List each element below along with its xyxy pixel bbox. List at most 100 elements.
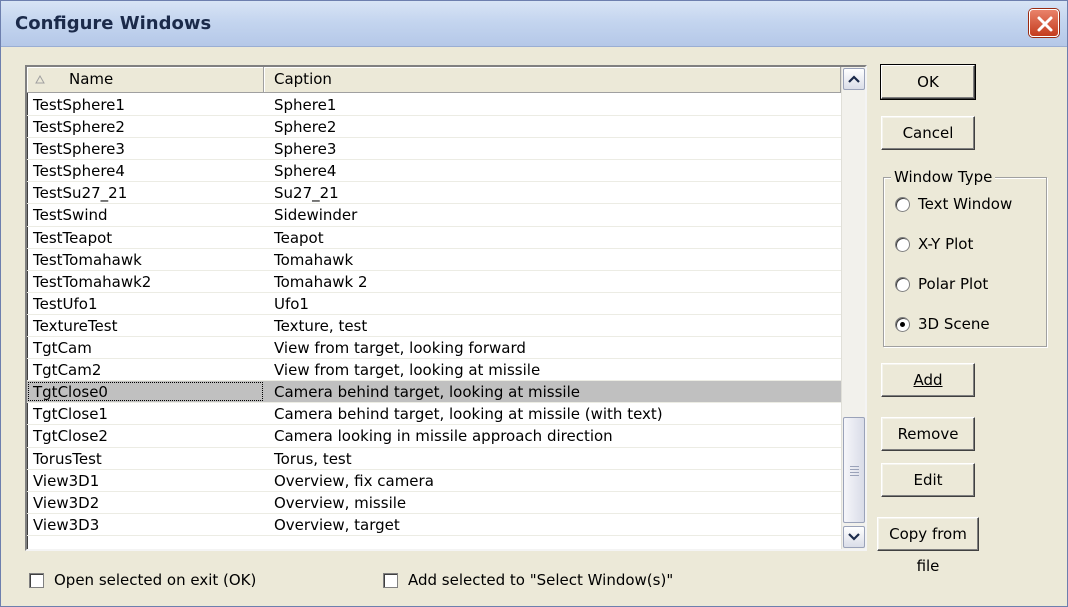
radio-polar-plot[interactable]: Polar Plot — [895, 273, 988, 295]
table-row[interactable]: TgtClose1 Camera behind target, looking a… — [27, 403, 841, 426]
copy-from-file-button[interactable]: Copy from file — [877, 517, 979, 575]
table-row[interactable]: TgtClose2 Camera looking in missile appro… — [27, 425, 841, 448]
row-caption: Overview, fix camera — [274, 471, 434, 490]
row-caption: Tomahawk — [274, 250, 354, 269]
configure-windows-dialog: Configure Windows Name Caption TestSpher… — [0, 0, 1068, 607]
checkbox-label: Add selected to "Select Window(s)" — [408, 571, 674, 589]
column-header-caption[interactable]: Caption — [264, 67, 841, 93]
row-name: View3D1 — [33, 471, 100, 490]
row-name: TestTomahawk2 — [33, 272, 152, 291]
scroll-grip — [850, 466, 859, 478]
radio-circle — [895, 276, 910, 292]
row-name: TestTomahawk — [33, 250, 142, 269]
title-bar[interactable]: Configure Windows — [1, 1, 1067, 47]
checkbox-box — [383, 572, 398, 588]
windows-list[interactable]: Name Caption TestSphere1 Sphere1 TestSphe… — [25, 65, 867, 551]
column-header-name[interactable]: Name — [27, 67, 264, 93]
row-name: TestTeapot — [33, 228, 113, 247]
window-title: Configure Windows — [15, 13, 212, 34]
scroll-down-button[interactable] — [843, 526, 865, 548]
row-caption: Su27_21 — [274, 184, 339, 203]
row-caption: Sphere2 — [274, 118, 337, 137]
radio-circle-checked — [895, 316, 910, 332]
edit-button[interactable]: Edit — [881, 463, 975, 497]
row-caption: Sidewinder — [274, 206, 358, 225]
add-button-label: Add — [913, 371, 943, 389]
row-caption: Overview, missile — [274, 493, 407, 512]
table-row[interactable]: TestTeapot Teapot — [27, 227, 841, 249]
radio-label: Polar Plot — [918, 275, 989, 293]
row-caption: Camera behind target, looking at missile — [274, 383, 580, 402]
add-selected-checkbox[interactable]: Add selected to "Select Window(s)" — [383, 571, 673, 589]
table-row-selected[interactable]: TgtClose0 Camera behind target, looking a… — [27, 381, 841, 404]
row-caption: Texture, test — [274, 316, 368, 335]
table-row[interactable]: TorusTest Torus, test — [27, 448, 841, 470]
row-name: TgtClose1 — [33, 405, 108, 424]
row-name: TestUfo1 — [33, 294, 98, 313]
row-caption: View from target, looking forward — [274, 339, 526, 358]
remove-button[interactable]: Remove — [881, 417, 975, 451]
row-name: TestSu27_21 — [33, 184, 128, 203]
row-caption: View from target, looking at missile — [274, 361, 541, 380]
radio-circle — [895, 236, 910, 252]
row-name: TextureTest — [33, 316, 118, 335]
close-button[interactable] — [1029, 9, 1059, 37]
table-row[interactable]: TextureTest Texture, test — [27, 315, 841, 338]
row-caption: Camera behind target, looking at missile… — [274, 405, 663, 424]
list-rows: TestSphere1 Sphere1 TestSphere2 Sphere2 Te… — [27, 94, 841, 536]
table-row[interactable]: TgtCam View from target, looking forward — [27, 337, 841, 360]
row-name: TestSphere3 — [33, 140, 125, 159]
row-caption: Sphere1 — [274, 96, 337, 114]
column-header-caption-label: Caption — [274, 70, 332, 88]
open-selected-checkbox[interactable]: Open selected on exit (OK) — [29, 571, 256, 589]
cancel-button[interactable]: Cancel — [881, 116, 975, 150]
add-button[interactable]: Add — [881, 363, 975, 397]
row-caption: Overview, target — [274, 515, 400, 534]
radio-label: 3D Scene — [918, 315, 990, 333]
table-row[interactable]: TestTomahawk Tomahawk — [27, 249, 841, 271]
ok-button[interactable]: OK — [881, 65, 975, 99]
scroll-thumb[interactable] — [843, 417, 865, 523]
row-name: TestSphere4 — [33, 162, 125, 181]
vertical-scrollbar[interactable] — [841, 67, 865, 549]
row-caption: Sphere3 — [274, 140, 337, 159]
table-row[interactable]: TestSphere2 Sphere2 — [27, 116, 841, 139]
row-caption: Ufo1 — [274, 294, 309, 313]
table-row[interactable]: TestUfo1 Ufo1 — [27, 293, 841, 315]
radio-label: X-Y Plot — [918, 235, 974, 253]
row-name: TestSphere1 — [33, 96, 125, 114]
table-row[interactable]: View3D1 Overview, fix camera — [27, 470, 841, 492]
row-caption: Teapot — [274, 228, 324, 247]
column-header-name-label: Name — [69, 70, 114, 88]
checkbox-box — [29, 572, 44, 588]
table-row[interactable]: View3D2 Overview, missile — [27, 492, 841, 514]
radio-circle — [895, 196, 910, 212]
radio-3d-scene[interactable]: 3D Scene — [895, 313, 990, 335]
row-name: View3D3 — [33, 515, 100, 534]
row-caption: Camera looking in missile approach direc… — [274, 427, 613, 446]
table-row[interactable]: TestSwind Sidewinder — [27, 204, 841, 227]
table-row[interactable]: TestSphere3 Sphere3 — [27, 138, 841, 161]
radio-label: Text Window — [918, 195, 1013, 213]
radio-dot — [900, 321, 905, 327]
scroll-up-button[interactable] — [843, 68, 865, 90]
scroll-up-icon — [848, 75, 860, 83]
row-name: TgtClose2 — [33, 427, 108, 446]
table-row[interactable]: TestSphere1 Sphere1 — [27, 94, 841, 117]
row-name: TgtCam — [33, 339, 92, 358]
table-row[interactable]: TestTomahawk2 Tomahawk 2 — [27, 271, 841, 293]
scroll-down-icon — [848, 533, 860, 541]
radio-text-window[interactable]: Text Window — [895, 193, 1012, 215]
row-name: TgtCam2 — [33, 361, 102, 380]
table-row[interactable]: TestSu27_21 Su27_21 — [27, 182, 841, 205]
sort-ascending-icon — [35, 75, 45, 84]
radio-xy-plot[interactable]: X-Y Plot — [895, 233, 973, 255]
table-row[interactable]: TgtCam2 View from target, looking at miss… — [27, 359, 841, 382]
table-row[interactable]: TestSphere4 Sphere4 — [27, 160, 841, 183]
row-name: TestSphere2 — [33, 118, 125, 137]
table-row[interactable]: View3D3 Overview, target — [27, 514, 841, 536]
list-header: Name Caption — [27, 67, 841, 93]
row-name: TorusTest — [33, 449, 102, 468]
row-name: TestSwind — [33, 206, 108, 225]
row-caption: Sphere4 — [274, 162, 337, 181]
